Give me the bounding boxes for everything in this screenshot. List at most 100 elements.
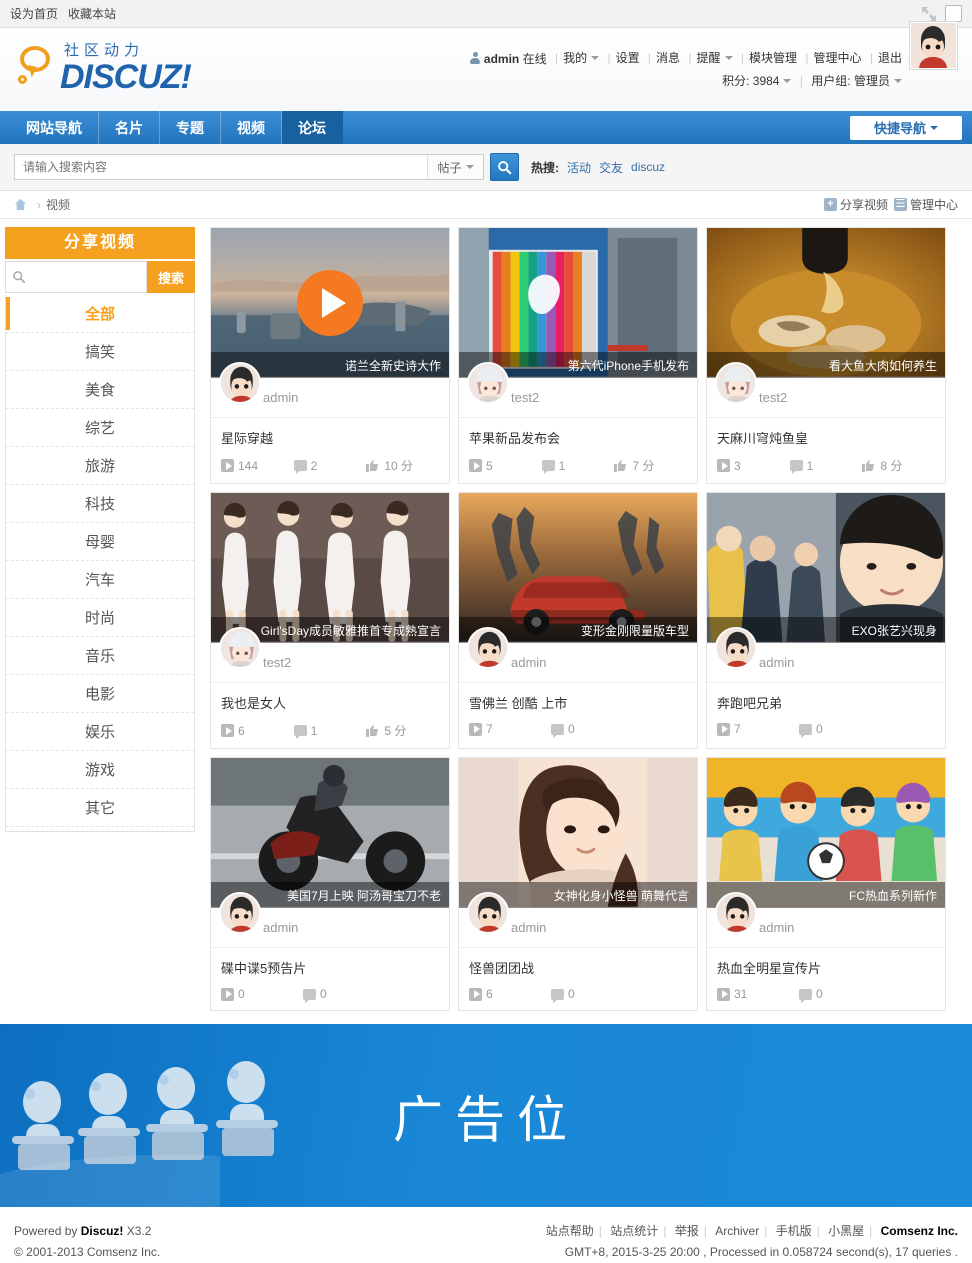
sidebar-item-funny[interactable]: 搞笑 — [6, 333, 194, 371]
menu-notices[interactable]: 提醒 — [697, 51, 721, 65]
menu-module-manage[interactable]: 模块管理 — [749, 51, 797, 65]
video-card[interactable]: 第六代iPhone手机发布 test2 苹果新品发布会 — [458, 227, 698, 484]
credits-value[interactable]: 3984 — [753, 74, 780, 88]
advertisement-banner[interactable]: 广告位 — [0, 1024, 972, 1207]
avatar[interactable] — [715, 627, 757, 669]
avatar[interactable] — [219, 627, 261, 669]
video-author-name[interactable]: admin — [511, 920, 546, 935]
hot-search-item-1[interactable]: 交友 — [599, 159, 623, 176]
sidebar-item-travel[interactable]: 旅游 — [6, 447, 194, 485]
video-author-name[interactable]: test2 — [759, 390, 787, 405]
video-thumbnail[interactable]: 变形金刚限量版车型 — [459, 493, 697, 643]
menu-logout[interactable]: 退出 — [878, 51, 902, 65]
video-author-name[interactable]: test2 — [511, 390, 539, 405]
nav-site-guide[interactable]: 网站导航 — [10, 111, 99, 144]
video-title[interactable]: 苹果新品发布会 — [469, 428, 687, 447]
video-author-name[interactable]: admin — [759, 920, 794, 935]
hot-search-item-0[interactable]: 活动 — [567, 159, 591, 176]
video-card[interactable]: FC热血系列新作 admin 热血全明星宣传片 — [706, 757, 946, 1011]
video-card[interactable]: 诺兰全新史诗大作 admin 星际穿越 — [210, 227, 450, 484]
video-title[interactable]: 怪兽团团战 — [469, 958, 687, 977]
color-palette-icon[interactable] — [945, 5, 962, 22]
video-thumbnail[interactable]: 看大鱼大肉如何养生 — [707, 228, 945, 378]
sidebar-item-all[interactable]: 全部 — [6, 295, 194, 333]
video-title[interactable]: 奔跑吧兄弟 — [717, 693, 935, 712]
video-thumbnail[interactable]: 女神化身小怪兽 萌舞代言 — [459, 758, 697, 908]
video-thumbnail[interactable]: 诺兰全新史诗大作 — [211, 228, 449, 378]
hot-search-item-2[interactable]: discuz — [631, 160, 665, 174]
video-title[interactable]: 雪佛兰 创酷 上市 — [469, 693, 687, 712]
expand-arrows-icon[interactable] — [921, 6, 937, 22]
video-thumbnail[interactable]: 第六代iPhone手机发布 — [459, 228, 697, 378]
sidebar-item-fashion[interactable]: 时尚 — [6, 599, 194, 637]
video-card[interactable]: EXO张艺兴现身 admin 奔跑吧兄弟 — [706, 492, 946, 749]
bookmark-site-link[interactable]: 收藏本站 — [68, 5, 116, 22]
powered-product[interactable]: Discuz! — [81, 1224, 124, 1238]
footer-link-archiver[interactable]: Archiver — [715, 1224, 759, 1238]
footer-company[interactable]: Comsenz Inc. — [881, 1224, 958, 1238]
video-title[interactable]: 碟中谍5预告片 — [221, 958, 439, 977]
video-card[interactable]: 看大鱼大肉如何养生 test2 天麻川穹炖鱼皇 — [706, 227, 946, 484]
menu-settings[interactable]: 设置 — [616, 51, 640, 65]
sidebar-search-button[interactable]: 搜索 — [147, 261, 195, 293]
video-author-name[interactable]: admin — [511, 655, 546, 670]
video-thumbnail[interactable]: EXO张艺兴现身 — [707, 493, 945, 643]
video-card[interactable]: 女神化身小怪兽 萌舞代言 admin 怪兽团团战 — [458, 757, 698, 1011]
video-card[interactable]: 美国7月上映 阿汤哥宝刀不老 admin 碟中谍5预告片 — [210, 757, 450, 1011]
video-thumbnail[interactable]: 美国7月上映 阿汤哥宝刀不老 — [211, 758, 449, 908]
nav-video[interactable]: 视频 — [221, 111, 282, 144]
breadcrumb-current[interactable]: 视频 — [46, 196, 70, 213]
avatar[interactable] — [467, 892, 509, 934]
current-username[interactable]: admin — [484, 48, 519, 70]
avatar[interactable] — [715, 362, 757, 404]
footer-link-report[interactable]: 举报 — [675, 1224, 699, 1238]
avatar[interactable] — [467, 627, 509, 669]
search-type-select[interactable]: 帖子 — [427, 155, 483, 179]
avatar[interactable] — [219, 892, 261, 934]
video-title[interactable]: 天麻川穹炖鱼皇 — [717, 428, 935, 447]
video-author-name[interactable]: admin — [759, 655, 794, 670]
avatar[interactable] — [219, 362, 261, 404]
avatar[interactable] — [467, 362, 509, 404]
video-thumbnail[interactable]: Girl'sDay成员敏雅推首专成熟宣言 — [211, 493, 449, 643]
share-video-action[interactable]: + 分享视频 — [824, 196, 888, 213]
sidebar-item-auto[interactable]: 汽车 — [6, 561, 194, 599]
video-title[interactable]: 我也是女人 — [221, 693, 439, 712]
avatar[interactable] — [909, 21, 958, 70]
sidebar-item-other[interactable]: 其它 — [6, 789, 194, 827]
sidebar-item-game[interactable]: 游戏 — [6, 751, 194, 789]
sidebar-item-entertainment[interactable]: 娱乐 — [6, 713, 194, 751]
footer-link-stats[interactable]: 站点统计 — [610, 1224, 658, 1238]
video-card[interactable]: 变形金刚限量版车型 admin 雪佛兰 创酷 上市 — [458, 492, 698, 749]
sidebar-item-food[interactable]: 美食 — [6, 371, 194, 409]
search-submit-button[interactable] — [490, 153, 519, 181]
sidebar-item-maternity[interactable]: 母婴 — [6, 523, 194, 561]
avatar[interactable] — [715, 892, 757, 934]
video-card[interactable]: Girl'sDay成员敏雅推首专成熟宣言 test2 我也是女人 — [210, 492, 450, 749]
menu-my[interactable]: 我的 — [563, 51, 587, 65]
video-thumbnail[interactable]: FC热血系列新作 — [707, 758, 945, 908]
sidebar-item-music[interactable]: 音乐 — [6, 637, 194, 675]
search-input[interactable] — [15, 155, 427, 179]
admin-center-action[interactable]: ☰ 管理中心 — [894, 196, 958, 213]
menu-admin-center[interactable]: 管理中心 — [814, 51, 862, 65]
sidebar-item-movie[interactable]: 电影 — [6, 675, 194, 713]
video-author-name[interactable]: admin — [263, 390, 298, 405]
set-homepage-link[interactable]: 设为首页 — [10, 5, 58, 22]
nav-topic[interactable]: 专题 — [160, 111, 221, 144]
sidebar-item-tech[interactable]: 科技 — [6, 485, 194, 523]
usergroup-value[interactable]: 管理员 — [854, 74, 890, 88]
footer-link-help[interactable]: 站点帮助 — [546, 1224, 594, 1238]
site-logo[interactable]: 社区动力 DISCUZ! — [14, 43, 191, 96]
footer-link-mobile[interactable]: 手机版 — [776, 1224, 812, 1238]
sidebar-search-input[interactable] — [30, 270, 146, 284]
video-title[interactable]: 星际穿越 — [221, 428, 439, 447]
video-author-name[interactable]: admin — [263, 920, 298, 935]
play-button-overlay[interactable] — [297, 270, 363, 336]
sidebar-item-variety[interactable]: 综艺 — [6, 409, 194, 447]
menu-messages[interactable]: 消息 — [656, 51, 680, 65]
quick-nav-button[interactable]: 快捷导航 — [850, 116, 962, 140]
home-icon[interactable] — [14, 198, 27, 211]
footer-link-blacklist[interactable]: 小黑屋 — [828, 1224, 864, 1238]
video-title[interactable]: 热血全明星宣传片 — [717, 958, 935, 977]
